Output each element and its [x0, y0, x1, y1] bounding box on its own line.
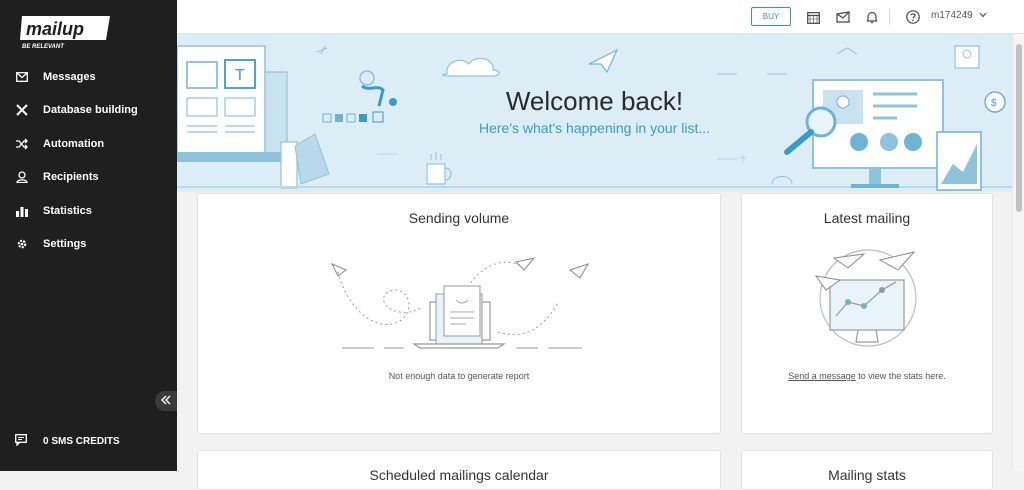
scrollbar[interactable]: [1012, 34, 1024, 471]
svg-text:mailup: mailup: [26, 19, 84, 39]
buy-button[interactable]: BUY: [751, 7, 791, 26]
sidebar-item-label: Recipients: [43, 171, 99, 184]
card-title: Mailing stats: [828, 467, 906, 483]
sidebar-item-label: Database building: [43, 104, 138, 117]
card-title: Sending volume: [408, 210, 510, 226]
welcome-title: Welcome back!: [505, 86, 684, 116]
send-message-link[interactable]: Send a message: [788, 371, 856, 381]
mailup-logo[interactable]: mailup BE RELEVANT: [18, 12, 118, 50]
svg-text:BE RELEVANT: BE RELEVANT: [22, 44, 65, 50]
scrollbar-thumb[interactable]: [1016, 44, 1022, 212]
sms-credits-label: 0 SMS CREDITS: [43, 435, 120, 447]
username: m174249: [931, 10, 973, 21]
sidebar-item-database-building[interactable]: Database building: [0, 94, 177, 128]
welcome-banner: T $ Welcome back! Here's what's happenin…: [177, 34, 1012, 192]
svg-text:T: T: [235, 67, 245, 84]
help-icon[interactable]: [905, 9, 921, 25]
sidebar-item-statistics[interactable]: Statistics: [0, 194, 177, 228]
bell-icon[interactable]: [864, 9, 880, 25]
card-title: Scheduled mailings calendar: [369, 467, 549, 483]
card-title: Latest mailing: [823, 210, 911, 226]
gear-icon: [15, 237, 29, 251]
double-chevron-left-icon: [161, 392, 171, 410]
user-icon: [15, 170, 29, 184]
chevron-down-icon: [979, 10, 987, 21]
chat-icon: [15, 434, 29, 448]
sidebar-item-recipients[interactable]: Recipients: [0, 161, 177, 195]
shuffle-icon: [15, 137, 29, 151]
sms-credits[interactable]: 0 SMS CREDITS: [0, 424, 177, 458]
latest-mailing-illustration: [814, 249, 917, 347]
sidebar-item-label: Statistics: [43, 204, 92, 217]
sidebar-item-messages[interactable]: Messages: [0, 60, 177, 94]
user-menu[interactable]: m174249: [931, 10, 987, 21]
sending-volume-card: Sending volume Not enough data to genera…: [197, 193, 721, 434]
card-note: Not enough data to generate report: [388, 371, 530, 381]
envelope-icon: [15, 70, 29, 84]
card-note: Send a message to view the stats here.: [742, 371, 992, 381]
welcome-subtitle: Here's what's happening in your list...: [478, 120, 711, 136]
scheduled-mailings-card: Scheduled mailings calendar: [197, 450, 721, 490]
calendar-icon[interactable]: [805, 9, 821, 25]
mail-notification-icon[interactable]: [835, 9, 851, 25]
bar-chart-icon: [15, 204, 29, 218]
sidebar-item-label: Settings: [43, 238, 87, 251]
tools-icon: [15, 103, 29, 117]
sending-volume-illustration: [330, 257, 590, 349]
sidebar-item-automation[interactable]: Automation: [0, 127, 177, 161]
sidebar-item-label: Messages: [43, 70, 96, 83]
sidebar-nav: Messages Database building Automation Re…: [0, 60, 177, 261]
latest-mailing-card: Latest mailing Send a message to view th…: [741, 193, 993, 434]
topbar-divider: [889, 9, 890, 25]
sidebar-item-label: Automation: [43, 137, 105, 150]
top-bar: BUY m174249: [177, 0, 1024, 34]
mailing-stats-card: Mailing stats: [741, 450, 993, 490]
sidebar-item-settings[interactable]: Settings: [0, 228, 177, 262]
collapse-sidebar-button[interactable]: [155, 391, 177, 411]
card-note-suffix: to view the stats here.: [855, 371, 946, 381]
sidebar: mailup BE RELEVANT Messages Database bui…: [0, 0, 177, 471]
